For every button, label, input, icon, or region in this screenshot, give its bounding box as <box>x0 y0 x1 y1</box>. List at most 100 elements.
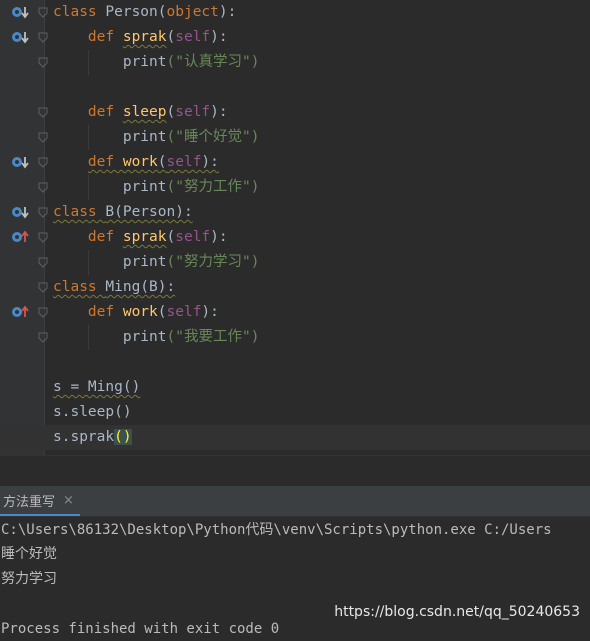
code-token: Ming(B): <box>105 279 176 295</box>
code-token: class <box>53 204 106 220</box>
code-text: def work(self): <box>53 300 219 325</box>
code-token: ): <box>210 104 228 120</box>
console-line: C:\Users\86132\Desktop\Python代码\venv\Scr… <box>1 522 552 538</box>
code-text: print("睡个好觉") <box>53 125 260 150</box>
fold-icon[interactable] <box>38 332 48 343</box>
overridden-method-icon[interactable] <box>11 29 29 45</box>
code-token: ( <box>157 304 167 320</box>
code-token: s = Ming() <box>53 379 141 395</box>
code-token: print <box>122 329 167 345</box>
code-line[interactable]: s.sleep() <box>0 400 590 425</box>
code-token: sprak <box>122 29 167 45</box>
overrides-method-icon[interactable] <box>11 304 29 320</box>
code-token: ("睡个好觉") <box>166 129 260 145</box>
code-text: print("努力学习") <box>53 250 260 275</box>
code-token: B(Person): <box>105 204 193 220</box>
code-token: def <box>87 29 123 45</box>
code-line[interactable]: def work(self): <box>0 300 590 325</box>
code-token: () <box>114 429 132 445</box>
code-line[interactable]: class B(Person): <box>0 200 590 225</box>
fold-icon[interactable] <box>38 257 48 268</box>
code-token: ): <box>218 4 237 20</box>
code-token: class <box>53 279 106 295</box>
code-text: print("我要工作") <box>53 325 260 350</box>
code-line[interactable]: def sprak(self): <box>0 225 590 250</box>
code-token: ("我要工作") <box>166 329 260 345</box>
code-editor[interactable]: class Person(object): def sprak(self): p… <box>0 0 590 455</box>
code-token: print <box>122 54 167 70</box>
code-token: ("努力工作") <box>166 179 260 195</box>
code-text: def sleep(self): <box>53 100 228 125</box>
code-token: ("认真学习") <box>166 54 260 70</box>
fold-icon[interactable] <box>38 157 48 168</box>
code-text: def sprak(self): <box>53 225 228 250</box>
code-line[interactable]: class Person(object): <box>0 0 590 25</box>
fold-icon[interactable] <box>38 182 48 193</box>
fold-icon[interactable] <box>38 7 48 18</box>
fold-icon[interactable] <box>38 232 48 243</box>
code-token: class <box>53 4 106 20</box>
code-token: print <box>122 179 167 195</box>
overrides-method-icon[interactable] <box>11 229 29 245</box>
code-token: def <box>87 104 123 120</box>
indent-guide <box>88 325 89 350</box>
code-token: work <box>122 304 158 320</box>
fold-icon[interactable] <box>38 282 48 293</box>
fold-icon[interactable] <box>38 107 48 118</box>
code-token: self <box>175 229 211 245</box>
indent-guide <box>88 125 89 150</box>
code-text: class Person(object): <box>53 0 236 25</box>
fold-icon[interactable] <box>38 32 48 43</box>
code-token: sleep <box>122 104 167 120</box>
code-token: def <box>87 229 123 245</box>
code-text: s = Ming() <box>53 375 140 400</box>
code-token: ): <box>201 154 219 170</box>
code-text: s.sleep() <box>53 400 132 425</box>
code-token: def <box>87 154 123 170</box>
code-token: work <box>122 154 158 170</box>
code-token: ( <box>166 229 176 245</box>
code-token: self <box>175 104 211 120</box>
code-text: class B(Person): <box>53 200 193 225</box>
console-line: 睡个好觉 <box>1 546 57 562</box>
code-token: self <box>166 154 202 170</box>
code-text: class Ming(B): <box>53 275 175 300</box>
code-line[interactable] <box>0 75 590 100</box>
code-line[interactable]: def sleep(self): <box>0 100 590 125</box>
indent-guide <box>88 50 89 75</box>
indent-guide <box>88 175 89 200</box>
fold-icon[interactable] <box>38 207 48 218</box>
code-token: print <box>122 129 167 145</box>
code-token: print <box>122 254 167 270</box>
overridden-method-icon[interactable] <box>11 154 29 170</box>
code-token: sprak <box>122 229 167 245</box>
run-tab[interactable]: 方法重写 × <box>0 486 80 516</box>
panel-divider[interactable] <box>0 455 590 486</box>
code-token: ( <box>166 104 176 120</box>
code-line[interactable]: s.sprak() <box>0 425 590 450</box>
overridden-method-icon[interactable] <box>11 4 29 20</box>
code-line[interactable] <box>0 350 590 375</box>
code-token: s.sprak <box>53 429 115 445</box>
fold-icon[interactable] <box>38 57 48 68</box>
code-token: object <box>166 4 219 20</box>
run-tab-label: 方法重写 <box>3 494 56 510</box>
code-token: ( <box>166 29 176 45</box>
fold-icon[interactable] <box>38 132 48 143</box>
run-tab-bar: 方法重写 × <box>0 486 590 517</box>
code-line[interactable]: def sprak(self): <box>0 25 590 50</box>
overridden-method-icon[interactable] <box>11 204 29 220</box>
code-line[interactable]: def work(self): <box>0 150 590 175</box>
code-line[interactable]: s = Ming() <box>0 375 590 400</box>
indent-guide <box>88 250 89 275</box>
code-line[interactable]: class Ming(B): <box>0 275 590 300</box>
code-token: ): <box>210 29 228 45</box>
fold-icon[interactable] <box>38 307 48 318</box>
console-line: Process finished with exit code 0 <box>1 621 280 637</box>
code-token: ): <box>210 229 228 245</box>
code-token: ): <box>201 304 219 320</box>
close-icon[interactable]: × <box>63 493 74 508</box>
watermark-url: https://blog.csdn.net/qq_50240653 <box>334 604 580 620</box>
code-token: self <box>166 304 202 320</box>
code-text: s.sprak() <box>53 425 132 450</box>
